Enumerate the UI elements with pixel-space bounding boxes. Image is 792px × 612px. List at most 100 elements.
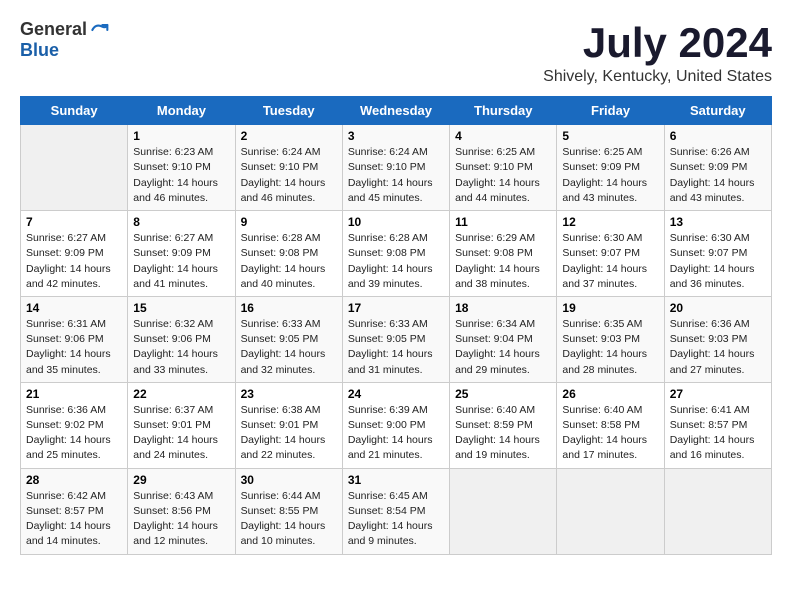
day-cell: 2 Sunrise: 6:24 AM Sunset: 9:10 PM Daylig… [235,125,342,211]
month-title: July 2024 [543,20,772,66]
header-cell-saturday: Saturday [664,97,771,125]
day-cell: 19 Sunrise: 6:35 AM Sunset: 9:03 PM Dayli… [557,296,664,382]
day-cell: 10 Sunrise: 6:28 AM Sunset: 9:08 PM Dayli… [342,211,449,297]
day-cell: 12Sunrise: 6:30 AM Sunset: 9:07 PM Dayli… [557,211,664,297]
day-number: 25 [455,387,551,401]
week-row-2: 7 Sunrise: 6:27 AM Sunset: 9:09 PM Daylig… [21,211,772,297]
day-number: 10 [348,215,444,229]
day-detail: Sunrise: 6:28 AM Sunset: 9:08 PM Dayligh… [241,232,326,290]
day-detail: Sunrise: 6:26 AM Sunset: 9:09 PM Dayligh… [670,146,755,204]
day-detail: Sunrise: 6:41 AM Sunset: 8:57 PM Dayligh… [670,404,755,462]
day-cell: 9 Sunrise: 6:28 AM Sunset: 9:08 PM Daylig… [235,211,342,297]
day-cell: 30 Sunrise: 6:44 AM Sunset: 8:55 PM Dayli… [235,468,342,554]
day-detail: Sunrise: 6:39 AM Sunset: 9:00 PM Dayligh… [348,404,433,462]
day-number: 4 [455,129,551,143]
day-number: 15 [133,301,229,315]
day-detail: Sunrise: 6:40 AM Sunset: 8:58 PM Dayligh… [562,404,647,462]
day-cell [450,468,557,554]
header-cell-friday: Friday [557,97,664,125]
day-number: 28 [26,473,122,487]
day-detail: Sunrise: 6:24 AM Sunset: 9:10 PM Dayligh… [241,146,326,204]
day-number: 16 [241,301,337,315]
day-number: 21 [26,387,122,401]
day-cell: 5 Sunrise: 6:25 AM Sunset: 9:09 PM Daylig… [557,125,664,211]
day-detail: Sunrise: 6:43 AM Sunset: 8:56 PM Dayligh… [133,490,218,548]
day-number: 1 [133,129,229,143]
day-cell: 21Sunrise: 6:36 AM Sunset: 9:02 PM Dayli… [21,382,128,468]
logo: General Blue [20,20,109,61]
day-number: 2 [241,129,337,143]
day-cell: 27 Sunrise: 6:41 AM Sunset: 8:57 PM Dayli… [664,382,771,468]
page-header: General Blue July 2024 Shively, Kentucky… [20,20,772,86]
day-detail: Sunrise: 6:44 AM Sunset: 8:55 PM Dayligh… [241,490,326,548]
day-cell: 4Sunrise: 6:25 AM Sunset: 9:10 PM Daylig… [450,125,557,211]
day-cell: 6Sunrise: 6:26 AM Sunset: 9:09 PM Daylig… [664,125,771,211]
day-number: 11 [455,215,551,229]
day-number: 26 [562,387,658,401]
day-cell: 15 Sunrise: 6:32 AM Sunset: 9:06 PM Dayli… [128,296,235,382]
day-detail: Sunrise: 6:28 AM Sunset: 9:08 PM Dayligh… [348,232,433,290]
day-detail: Sunrise: 6:37 AM Sunset: 9:01 PM Dayligh… [133,404,218,462]
day-number: 17 [348,301,444,315]
day-detail: Sunrise: 6:30 AM Sunset: 9:07 PM Dayligh… [562,232,647,290]
day-number: 9 [241,215,337,229]
week-row-5: 28 Sunrise: 6:42 AM Sunset: 8:57 PM Dayli… [21,468,772,554]
day-cell: 23Sunrise: 6:38 AM Sunset: 9:01 PM Dayli… [235,382,342,468]
day-number: 30 [241,473,337,487]
day-cell: 29Sunrise: 6:43 AM Sunset: 8:56 PM Dayli… [128,468,235,554]
day-detail: Sunrise: 6:24 AM Sunset: 9:10 PM Dayligh… [348,146,433,204]
day-cell: 26 Sunrise: 6:40 AM Sunset: 8:58 PM Dayli… [557,382,664,468]
day-cell: 18Sunrise: 6:34 AM Sunset: 9:04 PM Dayli… [450,296,557,382]
day-detail: Sunrise: 6:32 AM Sunset: 9:06 PM Dayligh… [133,318,218,376]
day-detail: Sunrise: 6:27 AM Sunset: 9:09 PM Dayligh… [133,232,218,290]
day-detail: Sunrise: 6:33 AM Sunset: 9:05 PM Dayligh… [241,318,326,376]
day-number: 19 [562,301,658,315]
calendar-table: SundayMondayTuesdayWednesdayThursdayFrid… [20,96,772,554]
day-number: 14 [26,301,122,315]
day-cell: 8 Sunrise: 6:27 AM Sunset: 9:09 PM Daylig… [128,211,235,297]
header-row: SundayMondayTuesdayWednesdayThursdayFrid… [21,97,772,125]
day-cell [557,468,664,554]
day-cell: 14 Sunrise: 6:31 AM Sunset: 9:06 PM Dayli… [21,296,128,382]
logo-blue: Blue [20,40,109,61]
day-cell: 20Sunrise: 6:36 AM Sunset: 9:03 PM Dayli… [664,296,771,382]
day-cell: 24 Sunrise: 6:39 AM Sunset: 9:00 PM Dayli… [342,382,449,468]
day-detail: Sunrise: 6:25 AM Sunset: 9:09 PM Dayligh… [562,146,647,204]
calendar-body: 1 Sunrise: 6:23 AM Sunset: 9:10 PM Daylig… [21,125,772,554]
header-cell-thursday: Thursday [450,97,557,125]
day-detail: Sunrise: 6:35 AM Sunset: 9:03 PM Dayligh… [562,318,647,376]
day-cell: 11 Sunrise: 6:29 AM Sunset: 9:08 PM Dayli… [450,211,557,297]
week-row-3: 14 Sunrise: 6:31 AM Sunset: 9:06 PM Dayli… [21,296,772,382]
day-number: 7 [26,215,122,229]
day-cell: 22Sunrise: 6:37 AM Sunset: 9:01 PM Dayli… [128,382,235,468]
day-cell: 1 Sunrise: 6:23 AM Sunset: 9:10 PM Daylig… [128,125,235,211]
day-cell: 28 Sunrise: 6:42 AM Sunset: 8:57 PM Dayli… [21,468,128,554]
day-detail: Sunrise: 6:27 AM Sunset: 9:09 PM Dayligh… [26,232,111,290]
day-detail: Sunrise: 6:42 AM Sunset: 8:57 PM Dayligh… [26,490,111,548]
header-cell-sunday: Sunday [21,97,128,125]
day-detail: Sunrise: 6:31 AM Sunset: 9:06 PM Dayligh… [26,318,111,376]
location-title: Shively, Kentucky, United States [543,68,772,86]
logo-general: General [20,20,87,40]
day-detail: Sunrise: 6:33 AM Sunset: 9:05 PM Dayligh… [348,318,433,376]
header-cell-tuesday: Tuesday [235,97,342,125]
day-number: 27 [670,387,766,401]
day-detail: Sunrise: 6:38 AM Sunset: 9:01 PM Dayligh… [241,404,326,462]
day-number: 13 [670,215,766,229]
day-detail: Sunrise: 6:29 AM Sunset: 9:08 PM Dayligh… [455,232,540,290]
day-number: 8 [133,215,229,229]
day-detail: Sunrise: 6:34 AM Sunset: 9:04 PM Dayligh… [455,318,540,376]
day-detail: Sunrise: 6:23 AM Sunset: 9:10 PM Dayligh… [133,146,218,204]
day-detail: Sunrise: 6:36 AM Sunset: 9:03 PM Dayligh… [670,318,755,376]
day-detail: Sunrise: 6:40 AM Sunset: 8:59 PM Dayligh… [455,404,540,462]
calendar-header: SundayMondayTuesdayWednesdayThursdayFrid… [21,97,772,125]
day-detail: Sunrise: 6:30 AM Sunset: 9:07 PM Dayligh… [670,232,755,290]
day-number: 5 [562,129,658,143]
header-cell-monday: Monday [128,97,235,125]
day-number: 31 [348,473,444,487]
header-cell-wednesday: Wednesday [342,97,449,125]
day-detail: Sunrise: 6:45 AM Sunset: 8:54 PM Dayligh… [348,490,433,548]
day-cell: 25 Sunrise: 6:40 AM Sunset: 8:59 PM Dayli… [450,382,557,468]
day-number: 24 [348,387,444,401]
day-cell: 3Sunrise: 6:24 AM Sunset: 9:10 PM Daylig… [342,125,449,211]
